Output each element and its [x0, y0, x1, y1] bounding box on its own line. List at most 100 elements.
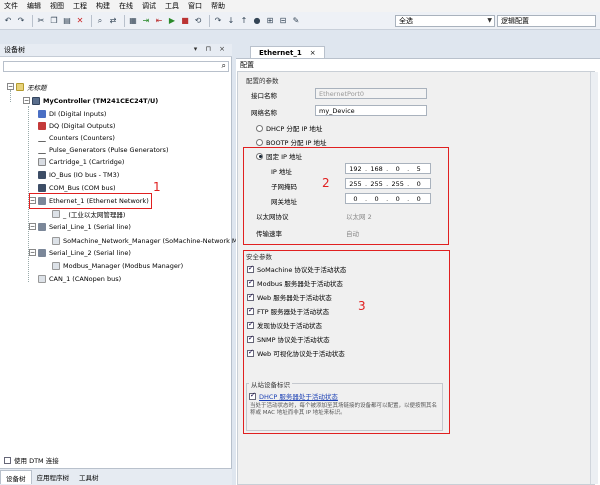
- tree-item-serial2[interactable]: Serial_Line_2 (Serial line): [38, 248, 131, 258]
- menu-project[interactable]: 工程: [73, 1, 87, 11]
- tree-item-label: Counters (Counters): [49, 134, 115, 142]
- tree-item-pulse[interactable]: Pulse_Generators (Pulse Generators): [38, 145, 168, 155]
- menu-edit[interactable]: 编辑: [27, 1, 41, 11]
- collapse-toggle[interactable]: −: [29, 249, 36, 256]
- write-icon[interactable]: ✎: [291, 16, 301, 26]
- tree-item-label: Cartridge_1 (Cartridge): [49, 158, 125, 166]
- delete-icon[interactable]: ✕: [75, 16, 85, 26]
- search-icon[interactable]: ⌕: [222, 61, 226, 71]
- toolbar-separator: [32, 14, 33, 27]
- tree-item-industrial-ethernet[interactable]: _ (工业以太网管理器): [52, 209, 125, 219]
- configured-params-heading: 配置的参数: [246, 77, 279, 85]
- menu-build[interactable]: 构建: [96, 1, 110, 11]
- paste-icon[interactable]: ▤: [62, 16, 72, 26]
- panel-controls[interactable]: ▾ ⊓ ×: [194, 45, 228, 53]
- tree-item-serial1[interactable]: Serial_Line_1 (Serial line): [38, 222, 131, 232]
- bootp-radio[interactable]: [256, 138, 263, 146]
- menu-bar: 文件 编辑 视图 工程 构建 在线 调试 工具 窗口 帮助: [0, 0, 600, 12]
- tree-item-label: Modbus_Manager (Modbus Manager): [63, 262, 184, 270]
- tree-controller[interactable]: MyController (TM241CEC24T/U): [32, 96, 158, 106]
- tree-item-label: SoMachine_Network_Manager (SoMachine-Net…: [63, 237, 254, 245]
- annotation-label-2: 2: [322, 176, 330, 190]
- serial-line-icon: [38, 249, 46, 257]
- tab-label: 设备树: [6, 474, 26, 483]
- cut-icon[interactable]: ✂: [36, 16, 46, 26]
- tree-item-label: CAN_1 (CANopen bus): [49, 275, 122, 283]
- counter-icon: [38, 134, 46, 142]
- menu-window[interactable]: 窗口: [188, 1, 202, 11]
- tree-item-di[interactable]: DI (Digital Inputs): [38, 109, 106, 119]
- logic-config-value: 逻辑配置: [501, 17, 529, 25]
- tab-tools-tree[interactable]: 工具树: [74, 470, 104, 484]
- collapse-toggle[interactable]: −: [23, 97, 30, 104]
- vertical-scrollbar[interactable]: [590, 72, 598, 484]
- tree-item-counters[interactable]: Counters (Counters): [38, 133, 115, 143]
- step-over-icon[interactable]: ↷: [213, 16, 223, 26]
- undo-icon[interactable]: ↶: [3, 16, 13, 26]
- annotation-box-3: [243, 250, 450, 434]
- tree-item-label: Serial_Line_1 (Serial line): [49, 223, 131, 231]
- interface-name-field: EthernetPort0: [315, 88, 427, 99]
- tree-item-dq[interactable]: DQ (Digital Outputs): [38, 121, 115, 131]
- dhcp-option[interactable]: DHCP 分配 IP 地址: [256, 123, 322, 133]
- tree-item-combus[interactable]: COM_Bus (COM bus): [38, 183, 116, 193]
- copy-icon[interactable]: ❐: [49, 16, 59, 26]
- tree-item-modbus[interactable]: Modbus_Manager (Modbus Manager): [52, 261, 183, 271]
- dtm-checkbox[interactable]: [4, 456, 11, 464]
- tree-item-label: Serial_Line_2 (Serial line): [49, 249, 131, 257]
- find-icon[interactable]: ⌕: [95, 16, 105, 26]
- tree-item-label: DI (Digital Inputs): [49, 110, 107, 118]
- bottom-tabs: 设备树 应用程序树 工具树: [0, 468, 232, 485]
- digital-input-icon: [38, 110, 46, 118]
- project-icon: [16, 83, 24, 91]
- menu-debug[interactable]: 调试: [142, 1, 156, 11]
- logout-icon[interactable]: ⇤: [154, 16, 164, 26]
- menu-help[interactable]: 帮助: [211, 1, 225, 11]
- toolbar: ↶ ↷ ✂ ❐ ▤ ✕ ⌕ ⇄ ▦ ⇥ ⇤ ▶ ■ ⟲ ↷ ↓ ↑ ● ⊞ ⊟ …: [0, 12, 600, 30]
- tree-item-somachine-net[interactable]: SoMachine_Network_Manager (SoMachine-Net…: [52, 236, 254, 246]
- tree-root[interactable]: 无标题: [16, 82, 47, 92]
- tree-item-can[interactable]: CAN_1 (CANopen bus): [38, 274, 121, 284]
- network-name-field[interactable]: my_Device: [315, 105, 427, 116]
- dtm-connection-option[interactable]: 使用 DTM 连接: [4, 455, 59, 465]
- force-icon[interactable]: ⊞: [265, 16, 275, 26]
- replace-icon[interactable]: ⇄: [108, 16, 118, 26]
- annotation-label-3: 3: [358, 299, 366, 313]
- menu-online[interactable]: 在线: [119, 1, 133, 11]
- dhcp-label: DHCP 分配 IP 地址: [266, 125, 323, 133]
- menu-view[interactable]: 视图: [50, 1, 64, 11]
- menu-file[interactable]: 文件: [4, 1, 18, 11]
- collapse-toggle[interactable]: −: [7, 83, 14, 90]
- device-tree-search-input[interactable]: ⌕: [3, 61, 229, 72]
- breakpoint-icon[interactable]: ●: [252, 16, 262, 26]
- step-into-icon[interactable]: ↓: [226, 16, 236, 26]
- dtm-label: 使用 DTM 连接: [14, 457, 59, 465]
- collapse-toggle[interactable]: −: [29, 223, 36, 230]
- tab-device-tree[interactable]: 设备树: [0, 470, 32, 484]
- menu-tools[interactable]: 工具: [165, 1, 179, 11]
- config-select-value: 全选: [399, 17, 413, 25]
- tree-item-iobus[interactable]: IO_Bus (IO bus - TM3): [38, 170, 119, 180]
- io-bus-icon: [38, 171, 46, 179]
- logic-config-select[interactable]: 逻辑配置: [497, 15, 596, 27]
- redo-icon[interactable]: ↷: [16, 16, 26, 26]
- tab-ethernet-1[interactable]: Ethernet_1 ×: [250, 46, 325, 58]
- unforce-icon[interactable]: ⊟: [278, 16, 288, 26]
- run-icon[interactable]: ▶: [167, 16, 177, 26]
- serial-line-icon: [38, 223, 46, 231]
- bootp-option[interactable]: BOOTP 分配 IP 地址: [256, 137, 327, 147]
- tab-application-tree[interactable]: 应用程序树: [32, 470, 75, 484]
- network-name-label: 网络名称: [251, 109, 277, 117]
- login-icon[interactable]: ⇥: [141, 16, 151, 26]
- stop-icon[interactable]: ■: [180, 16, 190, 26]
- step-out-icon[interactable]: ↑: [239, 16, 249, 26]
- build-icon[interactable]: ▦: [128, 16, 138, 26]
- doc-tab-label: Ethernet_1: [259, 48, 302, 57]
- reset-icon[interactable]: ⟲: [193, 16, 203, 26]
- dhcp-radio[interactable]: [256, 124, 263, 132]
- config-select[interactable]: 全选 ▼: [395, 15, 495, 27]
- tree-item-cartridge[interactable]: Cartridge_1 (Cartridge): [38, 157, 124, 167]
- tree-line: [10, 90, 11, 102]
- tab-configuration[interactable]: 配置: [240, 60, 254, 70]
- close-icon[interactable]: ×: [310, 49, 316, 57]
